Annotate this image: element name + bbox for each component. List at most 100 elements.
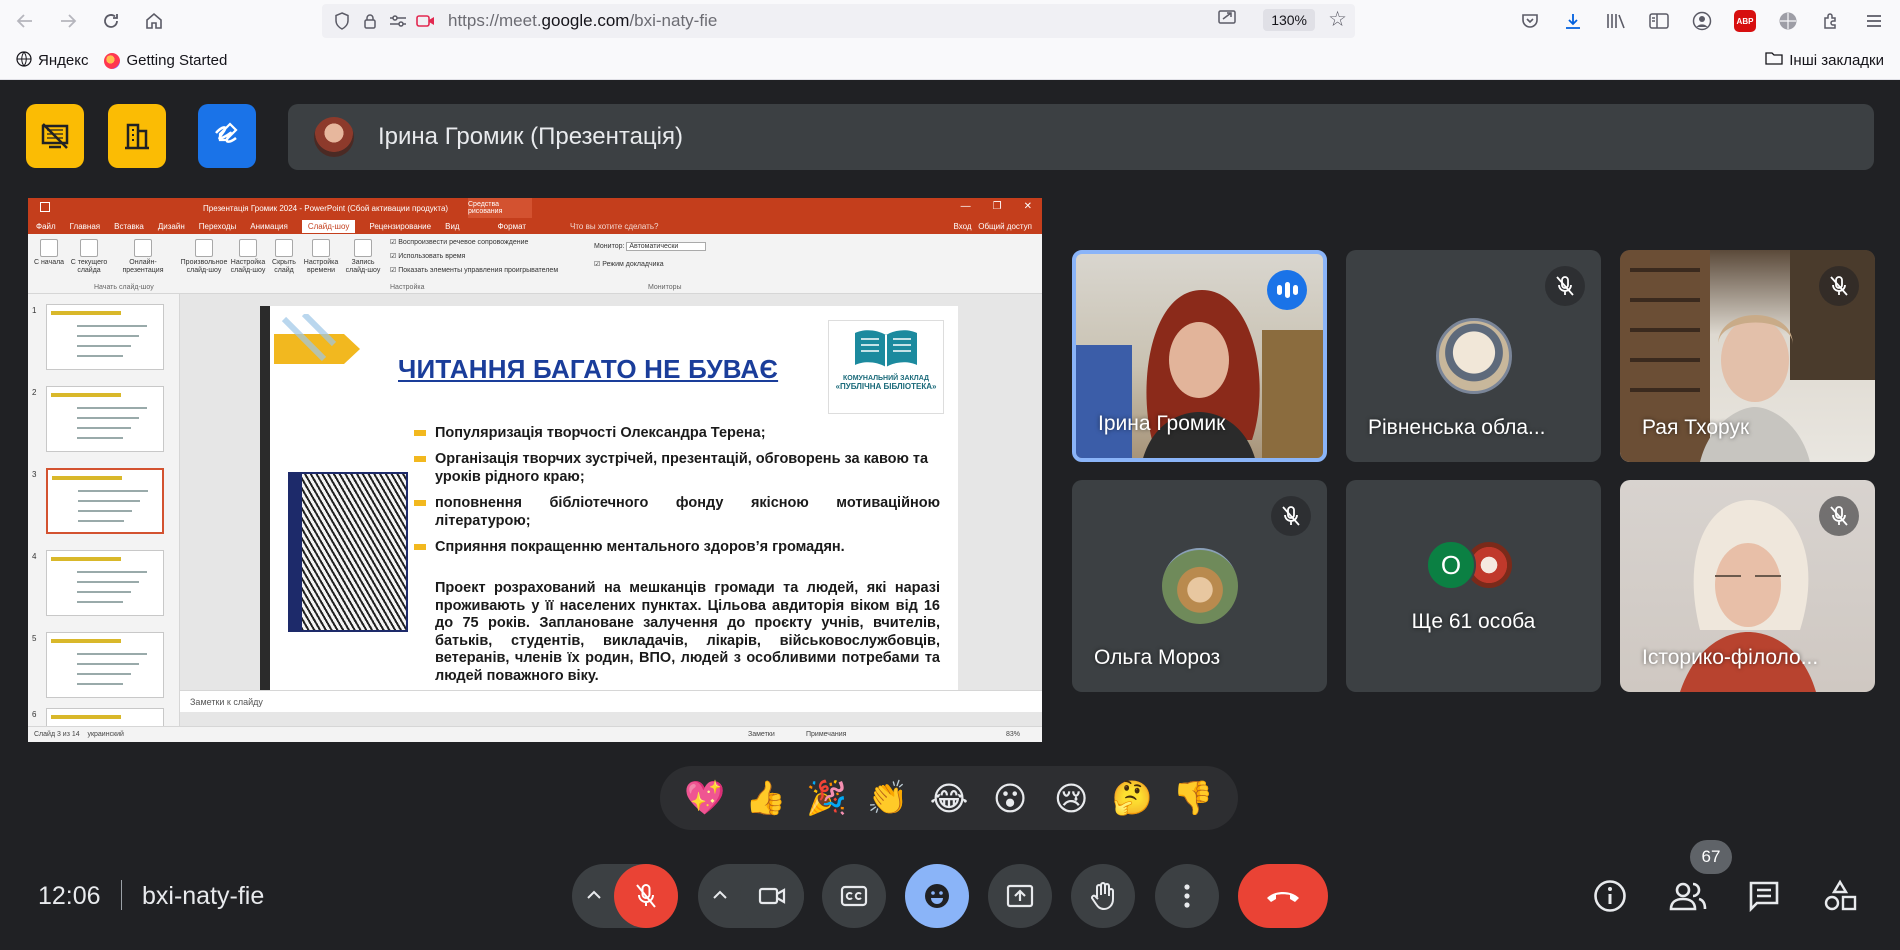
close-icon[interactable]: ✕ <box>1024 201 1032 212</box>
reaction-clapping[interactable]: 👏 <box>862 779 914 818</box>
home-button[interactable] <box>136 3 172 39</box>
participant-tile[interactable]: Ірина Громик <box>1072 250 1327 462</box>
more-options-button[interactable] <box>1155 864 1219 928</box>
raise-hand-button[interactable] <box>1071 864 1135 928</box>
camera-toggle-button[interactable] <box>740 864 804 928</box>
ppt-tab[interactable]: Главная <box>70 222 100 231</box>
ppt-tab[interactable]: Вид <box>445 222 459 231</box>
slide-bullet-list[interactable]: Популяризація творчості Олександра Терен… <box>410 424 940 564</box>
screen-share-indicator-icon[interactable] <box>1217 9 1237 32</box>
reaction-thumbs-up[interactable]: 👍 <box>740 779 792 818</box>
activities-button[interactable] <box>1818 874 1862 918</box>
save-icon[interactable] <box>40 202 50 212</box>
camera-sharing-icon[interactable] <box>412 14 440 28</box>
mic-toggle-button[interactable] <box>614 864 678 928</box>
reaction-surprised[interactable]: 😮 <box>984 779 1036 818</box>
slide-thumbnail[interactable] <box>46 304 164 370</box>
ppt-tab-active[interactable]: Слайд-шоу <box>301 219 356 233</box>
video-options-chevron-icon[interactable] <box>712 887 728 905</box>
check-narration[interactable]: ☑ Воспроизвести речевое сопровождение <box>390 238 528 246</box>
ppt-tab[interactable]: Формат <box>498 222 526 231</box>
no-presentation-button[interactable] <box>26 104 84 168</box>
reaction-sparkling-heart[interactable]: 💖 <box>679 779 731 818</box>
pocket-icon[interactable] <box>1514 5 1546 37</box>
shield-icon[interactable] <box>328 12 356 30</box>
ppt-tab[interactable]: Рецензирование <box>369 222 431 231</box>
back-button[interactable] <box>7 3 43 39</box>
slide-thumbnail[interactable] <box>46 632 164 698</box>
participant-tile[interactable]: Історико-філоло... <box>1620 480 1875 692</box>
ppt-share-label[interactable]: Общий доступ <box>978 222 1032 231</box>
meeting-code[interactable]: bxi-naty-fie <box>142 882 264 911</box>
lock-icon[interactable] <box>356 13 384 29</box>
slide-notes[interactable]: Заметки к слайду <box>180 690 1042 712</box>
forward-button[interactable] <box>50 3 86 39</box>
check-timings[interactable]: ☑ Использовать время <box>390 252 465 260</box>
slide-paragraph[interactable]: Проект розрахований на мешканців громади… <box>435 580 940 685</box>
ribbon-from-current[interactable]: С текущего слайда <box>66 239 112 275</box>
other-bookmarks[interactable]: Інші закладки <box>1765 51 1884 69</box>
reaction-joy[interactable]: 😂 <box>923 779 975 818</box>
adblock-icon[interactable]: ABP <box>1729 5 1761 37</box>
check-media-controls[interactable]: ☑ Показать элементы управления проигрыва… <box>390 266 558 274</box>
address-bar[interactable]: https://meet.google.com/bxi-naty-fie 130… <box>322 4 1355 38</box>
globe-extension-icon[interactable] <box>1772 5 1804 37</box>
status-notes[interactable]: Заметки <box>748 731 775 738</box>
meeting-details-button[interactable] <box>1588 874 1632 918</box>
participant-tile[interactable]: Рая Тхорук <box>1620 250 1875 462</box>
participant-tile-others[interactable]: О Ще 61 особа <box>1346 480 1601 692</box>
monitor-select[interactable]: Монитор: Автоматически <box>594 242 707 251</box>
reaction-party-popper[interactable]: 🎉 <box>801 779 853 818</box>
ribbon-hide-slide[interactable]: Скрыть слайд <box>266 239 302 275</box>
ribbon-setup-show[interactable]: Настройка слайд-шоу <box>224 239 272 275</box>
reaction-thinking[interactable]: 🤔 <box>1106 779 1158 818</box>
reaction-crying[interactable]: 😢 <box>1045 779 1097 818</box>
check-presenter-view[interactable]: ☑ Режим докладчика <box>594 260 664 268</box>
zoom-level-badge[interactable]: 130% <box>1263 9 1315 31</box>
chat-button[interactable] <box>1742 874 1786 918</box>
bookmark-yandex[interactable]: Яндекс <box>16 50 88 71</box>
audio-options-chevron-icon[interactable] <box>586 887 602 905</box>
bookmark-star-icon[interactable]: ☆ <box>1328 7 1347 32</box>
ppt-tab[interactable]: Переходы <box>199 222 237 231</box>
url-text[interactable]: https://meet.google.com/bxi-naty-fie <box>448 11 717 31</box>
ppt-tab[interactable]: Вставка <box>114 222 144 231</box>
reload-button[interactable] <box>93 3 129 39</box>
status-language[interactable]: украинский <box>87 731 124 738</box>
people-button[interactable] <box>1666 874 1710 918</box>
ribbon-record[interactable]: Запись слайд-шоу <box>340 239 386 275</box>
extensions-icon[interactable] <box>1815 5 1847 37</box>
reactions-button[interactable] <box>905 864 969 928</box>
bookmark-getting-started[interactable]: Getting Started <box>104 52 227 69</box>
sidebar-icon[interactable] <box>1643 5 1675 37</box>
downloads-icon[interactable] <box>1557 5 1589 37</box>
annotate-button[interactable] <box>198 104 256 168</box>
account-icon[interactable] <box>1686 5 1718 37</box>
leave-call-button[interactable] <box>1238 864 1328 928</box>
participant-tile[interactable]: Ольга Мороз <box>1072 480 1327 692</box>
menu-icon[interactable] <box>1858 5 1890 37</box>
present-screen-button[interactable] <box>988 864 1052 928</box>
ppt-tab[interactable]: Анимация <box>250 222 288 231</box>
slide-title[interactable]: ЧИТАННЯ БАГАТО НЕ БУВАЄ <box>398 354 778 385</box>
ppt-login[interactable]: Вход <box>953 222 971 231</box>
ribbon-from-beginning[interactable]: С начала <box>30 239 68 267</box>
ppt-search-hint[interactable]: Что вы хотите сделать? <box>570 222 658 231</box>
slide-thumbnail[interactable] <box>46 550 164 616</box>
building-button[interactable] <box>108 104 166 168</box>
library-icon[interactable] <box>1600 5 1632 37</box>
ppt-tab[interactable]: Файл <box>36 222 56 231</box>
permissions-icon[interactable] <box>384 14 412 28</box>
slide-thumbnail[interactable] <box>46 468 164 534</box>
slide-thumbnail[interactable] <box>46 386 164 452</box>
participant-tile[interactable]: Рівненська обла... <box>1346 250 1601 462</box>
reaction-thumbs-down[interactable]: 👎 <box>1167 779 1219 818</box>
status-comments[interactable]: Примечания <box>806 731 846 738</box>
minimize-icon[interactable]: — <box>961 201 971 212</box>
ribbon-online-presentation[interactable]: Онлайн-презентация <box>114 239 172 275</box>
ribbon-rehearse[interactable]: Настройка времени <box>300 239 342 275</box>
captions-button[interactable] <box>822 864 886 928</box>
ppt-tab[interactable]: Дизайн <box>158 222 185 231</box>
status-zoom[interactable]: 83% <box>1006 731 1020 738</box>
restore-icon[interactable]: ❐ <box>993 201 1002 212</box>
